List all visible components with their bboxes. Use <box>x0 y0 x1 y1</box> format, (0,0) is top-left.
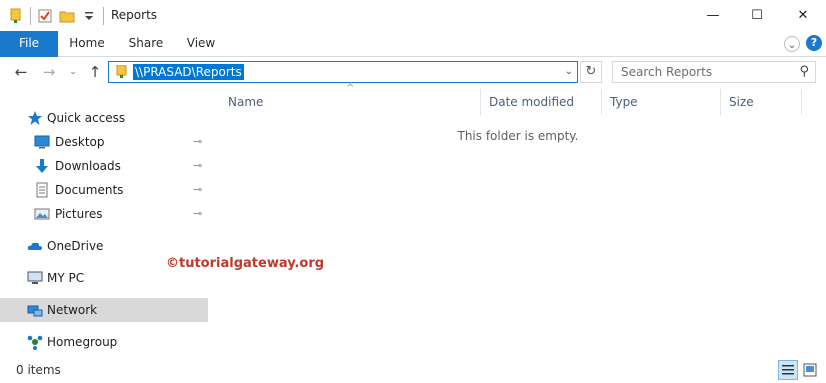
maximize-button[interactable]: ☐ <box>734 0 780 30</box>
toolbar-separator <box>30 7 31 25</box>
close-button[interactable]: ✕ <box>780 0 826 30</box>
watermark: ©tutorialgateway.org <box>166 256 325 271</box>
sidebar-item-desktop[interactable]: Desktop ⊸ <box>0 130 208 154</box>
recent-locations-button[interactable]: ⌄ <box>64 63 82 81</box>
file-list: ^ Name Date modified Type Size This fold… <box>210 83 826 357</box>
search-input[interactable]: Search Reports ⚲ <box>612 61 816 83</box>
empty-folder-message: This folder is empty. <box>457 129 579 143</box>
sidebar-item-pictures[interactable]: Pictures ⊸ <box>0 202 208 226</box>
pin-icon[interactable]: ⊸ <box>193 178 202 202</box>
tab-home[interactable]: Home <box>63 31 111 57</box>
customize-toolbar-icon[interactable] <box>81 8 97 24</box>
column-header-name[interactable]: Name <box>210 89 481 115</box>
documents-icon <box>36 182 48 198</box>
folder-pin-icon <box>10 8 21 23</box>
tab-file[interactable]: File <box>0 31 58 57</box>
network-folder-icon <box>116 65 127 78</box>
desktop-icon <box>34 135 50 149</box>
sidebar-item-label: Network <box>47 303 98 317</box>
sidebar-item-label: Homegroup <box>47 335 118 349</box>
ribbon-tabs: File Home Share View ⌄ ? <box>0 31 826 57</box>
pin-icon[interactable]: ⊸ <box>193 202 202 226</box>
expand-ribbon-icon[interactable]: ⌄ <box>784 36 800 52</box>
column-header-size[interactable]: Size <box>722 89 802 115</box>
forward-button[interactable]: → <box>40 63 58 81</box>
column-header-date-modified[interactable]: Date modified <box>482 89 602 115</box>
details-view-button[interactable] <box>778 360 798 380</box>
refresh-button[interactable]: ↻ <box>580 61 602 83</box>
pin-icon[interactable]: ⊸ <box>193 130 202 154</box>
pin-icon[interactable]: ⊸ <box>193 154 202 178</box>
title-bar: Reports — ☐ ✕ <box>0 0 826 31</box>
sidebar-item-network[interactable]: Network <box>0 298 208 322</box>
sidebar-item-label: Pictures <box>55 207 103 221</box>
status-bar: 0 items <box>0 358 826 383</box>
sidebar-item-downloads[interactable]: Downloads ⊸ <box>0 154 208 178</box>
sidebar-item-label: Downloads <box>55 159 121 173</box>
chevron-down-icon[interactable]: ⌄ <box>565 64 573 80</box>
navigation-pane: Quick access Desktop ⊸ Downloads ⊸ Docum… <box>0 89 208 357</box>
sidebar-item-label: Quick access <box>47 111 126 125</box>
tab-view[interactable]: View <box>181 31 221 57</box>
star-icon <box>28 111 42 125</box>
address-path[interactable]: \\PRASAD\Reports <box>133 64 244 80</box>
item-count: 0 items <box>16 363 61 377</box>
sidebar-item-homegroup[interactable]: Homegroup <box>0 330 208 354</box>
new-folder-icon[interactable] <box>59 8 75 24</box>
up-button[interactable]: ↑ <box>86 63 104 81</box>
sidebar-item-label: MY PC <box>47 271 85 285</box>
properties-icon[interactable] <box>37 8 53 24</box>
download-icon <box>36 159 48 173</box>
quick-access-toolbar <box>8 6 104 26</box>
sidebar-item-label: Documents <box>55 183 124 197</box>
sidebar-item-label: OneDrive <box>47 239 104 253</box>
network-icon <box>27 305 43 317</box>
column-header-type[interactable]: Type <box>603 89 721 115</box>
address-bar[interactable]: \\PRASAD\Reports ⌄ <box>108 61 578 83</box>
tab-share[interactable]: Share <box>123 31 169 57</box>
minimize-button[interactable]: — <box>690 0 736 30</box>
cloud-icon <box>27 242 42 250</box>
large-icons-view-button[interactable] <box>800 360 820 380</box>
help-icon[interactable]: ? <box>806 35 822 51</box>
homegroup-icon <box>27 335 43 350</box>
computer-icon <box>27 271 43 284</box>
pictures-icon <box>34 208 50 220</box>
search-icon[interactable]: ⚲ <box>799 64 809 79</box>
sidebar-item-documents[interactable]: Documents ⊸ <box>0 178 208 202</box>
window-title: Reports <box>111 8 158 22</box>
sidebar-item-quick-access[interactable]: Quick access <box>0 106 208 130</box>
sidebar-item-onedrive[interactable]: OneDrive <box>0 234 208 258</box>
back-button[interactable]: ← <box>12 63 30 81</box>
toolbar-separator <box>103 7 104 25</box>
search-placeholder: Search Reports <box>621 65 713 79</box>
details-view-icon <box>782 365 794 375</box>
large-icons-view-icon <box>803 363 817 377</box>
navigation-bar: ← → ⌄ ↑ \\PRASAD\Reports ⌄ ↻ Search Repo… <box>0 57 826 89</box>
sidebar-item-label: Desktop <box>55 135 105 149</box>
